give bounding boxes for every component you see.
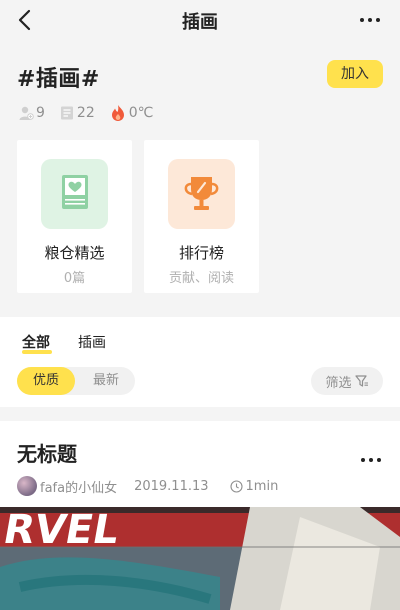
- ranking-card-subtitle: 贡献、阅读: [168, 271, 234, 286]
- more-icon[interactable]: [358, 16, 382, 24]
- post-count: 22: [59, 105, 95, 121]
- featured-card[interactable]: 粮仓精选 0篇: [17, 140, 132, 293]
- post-cover-image[interactable]: RVEL: [0, 507, 400, 610]
- trophy-icon: [168, 159, 235, 229]
- ranking-card-title: 排行榜: [178, 244, 224, 262]
- featured-card-title: 粮仓精选: [44, 244, 105, 262]
- sort-quality-button[interactable]: 优质: [17, 367, 75, 395]
- avatar[interactable]: [17, 476, 37, 496]
- topic-title: #插画#: [17, 67, 100, 92]
- filter-button[interactable]: 筛选: [311, 367, 383, 395]
- post-meta: fafa的小仙女 2019.11.13 1min: [17, 475, 278, 497]
- filter-label: 筛选: [325, 375, 352, 391]
- topic-stats: 9 22 0℃: [18, 102, 167, 124]
- post-card[interactable]: 无标题 fafa的小仙女 2019.11.13 1min RVEL: [0, 421, 400, 610]
- join-button[interactable]: 加入: [327, 60, 383, 88]
- feed-controls: 全部 插画 优质 最新 筛选: [0, 317, 400, 407]
- clock-icon: [229, 479, 243, 493]
- tab-illustration[interactable]: 插画: [78, 332, 106, 352]
- post-title: 无标题: [17, 442, 77, 466]
- ranking-card[interactable]: 排行榜 贡献、阅读: [144, 140, 259, 293]
- sort-toggle: 优质 最新: [17, 367, 135, 395]
- active-tab-indicator: [22, 350, 52, 354]
- flame-icon: [111, 105, 124, 121]
- document-icon: [60, 106, 73, 120]
- author-name[interactable]: fafa的小仙女: [40, 477, 117, 496]
- post-date: 2019.11.13: [134, 478, 209, 494]
- sort-latest-button[interactable]: 最新: [77, 367, 135, 395]
- member-count: 9: [18, 105, 45, 121]
- heat-value: 0℃: [109, 104, 153, 122]
- read-time: 1min: [229, 479, 278, 494]
- featured-card-count: 0篇: [63, 271, 86, 286]
- members-icon: [19, 106, 34, 120]
- post-more-icon[interactable]: [359, 456, 383, 464]
- filter-icon: [354, 375, 368, 387]
- top-bar: 插画: [0, 0, 400, 40]
- tab-all[interactable]: 全部: [22, 332, 50, 352]
- page-title: 插画: [182, 12, 218, 33]
- featured-icon: [41, 159, 108, 229]
